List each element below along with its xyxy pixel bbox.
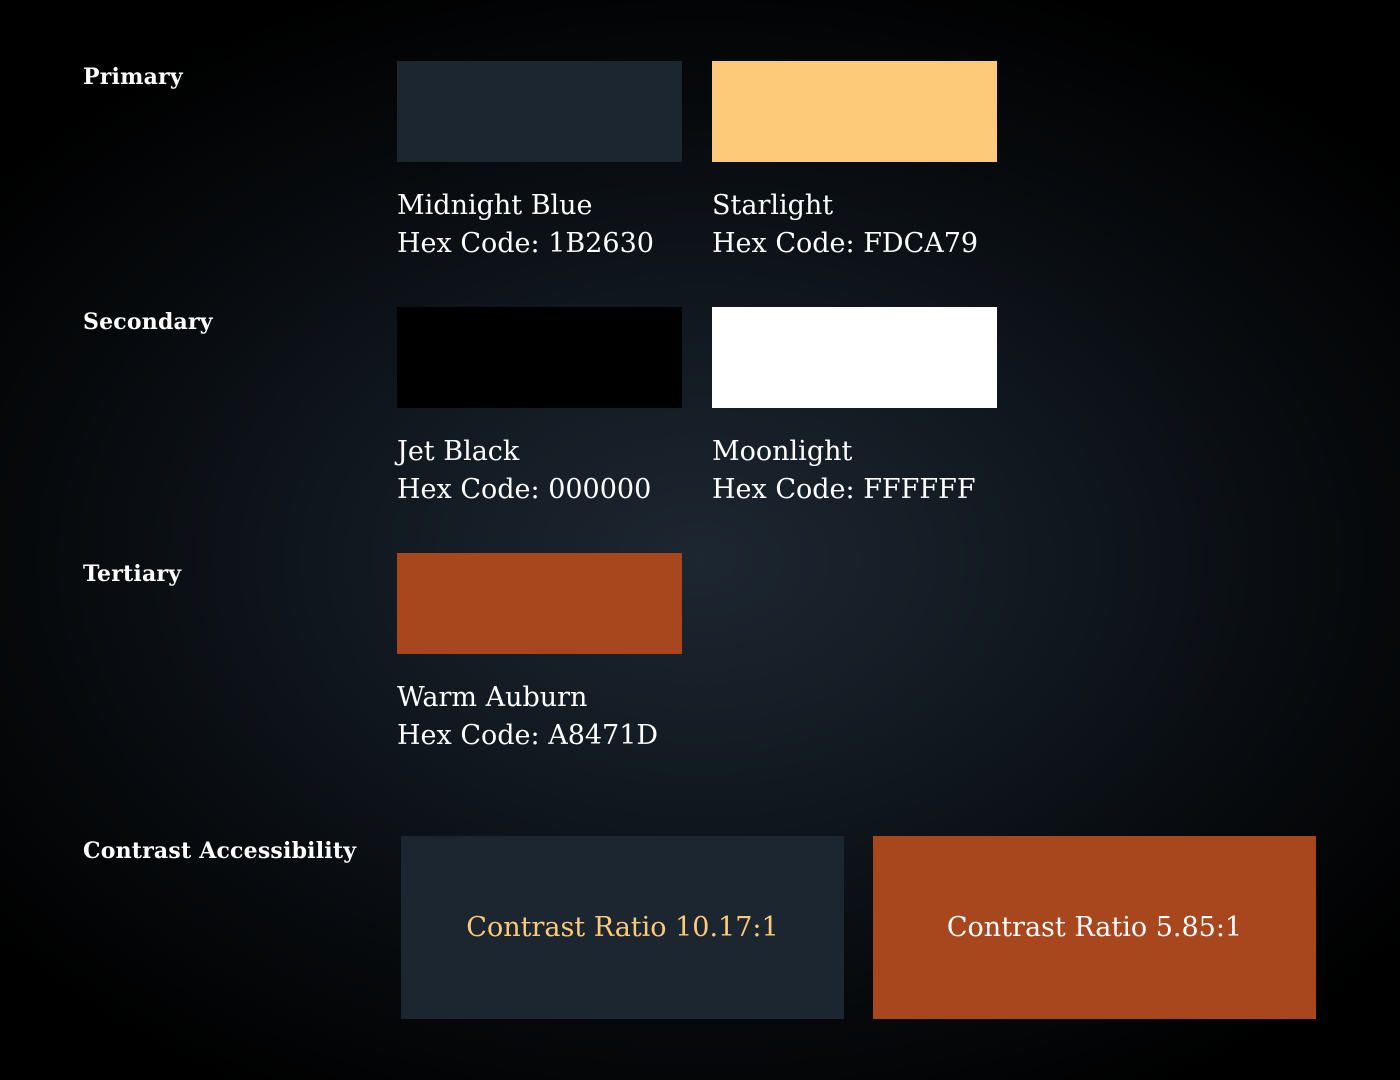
section-label-contrast-accessibility: Contrast Accessibility xyxy=(83,838,357,864)
color-hex-code: Hex Code: A8471D xyxy=(397,720,659,751)
color-hex-code: Hex Code: 1B2630 xyxy=(397,228,654,259)
section-label-tertiary: Tertiary xyxy=(83,561,182,587)
section-label-primary: Primary xyxy=(83,64,183,90)
contrast-ratio-text: Contrast Ratio 10.17:1 xyxy=(466,912,779,943)
color-swatch-moonlight xyxy=(712,307,997,408)
color-palette-page: { "sections": { "primary": "Primary", "s… xyxy=(0,0,1400,1080)
color-swatch-midnight-blue xyxy=(397,61,682,162)
color-name: Jet Black xyxy=(397,436,520,467)
section-label-secondary: Secondary xyxy=(83,309,213,335)
color-name: Warm Auburn xyxy=(397,682,588,713)
color-swatch-jet-black xyxy=(397,307,682,408)
contrast-sample-midnight-starlight: Contrast Ratio 10.17:1 xyxy=(401,836,844,1019)
color-swatch-starlight xyxy=(712,61,997,162)
color-swatch-warm-auburn xyxy=(397,553,682,654)
color-card-warm-auburn: Warm Auburn Hex Code: A8471D xyxy=(397,553,682,755)
color-name: Starlight xyxy=(712,190,834,221)
contrast-sample-auburn-moonlight: Contrast Ratio 5.85:1 xyxy=(873,836,1316,1019)
color-card-starlight: Starlight Hex Code: FDCA79 xyxy=(712,61,997,263)
contrast-ratio-text: Contrast Ratio 5.85:1 xyxy=(946,912,1243,943)
color-hex-code: Hex Code: FFFFFF xyxy=(712,474,976,505)
color-name: Moonlight xyxy=(712,436,853,467)
color-card-moonlight: Moonlight Hex Code: FFFFFF xyxy=(712,307,997,509)
color-hex-code: Hex Code: FDCA79 xyxy=(712,228,979,259)
color-name: Midnight Blue xyxy=(397,190,593,221)
color-card-jet-black: Jet Black Hex Code: 000000 xyxy=(397,307,682,509)
color-hex-code: Hex Code: 000000 xyxy=(397,474,652,505)
color-card-midnight-blue: Midnight Blue Hex Code: 1B2630 xyxy=(397,61,682,263)
